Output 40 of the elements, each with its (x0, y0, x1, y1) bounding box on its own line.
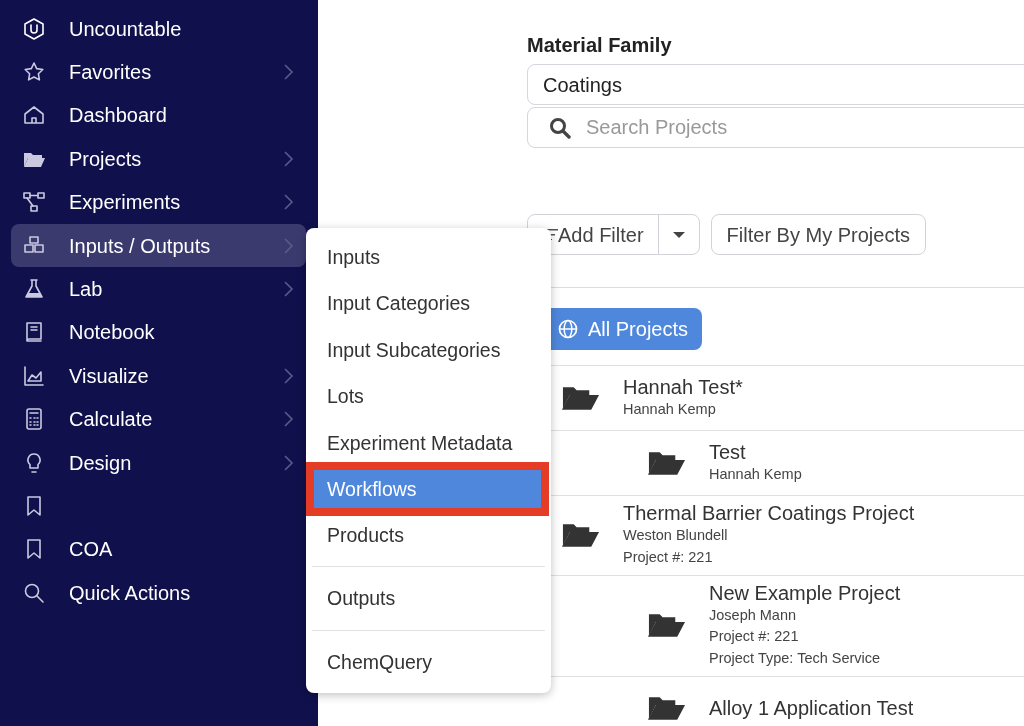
project-detail: Joseph Mann (709, 605, 798, 625)
project-title[interactable]: Thermal Barrier Coatings Project (623, 501, 915, 525)
sidebar-item[interactable]: Visualize (11, 354, 306, 398)
project-title[interactable]: Test (709, 439, 802, 464)
sidebar-item[interactable]: Favorites (11, 50, 306, 94)
select-field[interactable]: Coatings (527, 64, 1024, 105)
sidebar-item[interactable]: Dashboard (11, 93, 306, 138)
sidebar-item[interactable]: Uncountable (11, 7, 306, 51)
menu-item[interactable]: Products (312, 511, 545, 559)
sidebar-item[interactable]: Notebook (11, 310, 306, 355)
sidebar-item[interactable]: Lab (11, 267, 306, 311)
sidebar-item[interactable]: COA (11, 527, 306, 572)
project-title[interactable]: Alloy 1 Application Test (709, 696, 914, 721)
project-detail: Project Type: Tech Service (709, 649, 882, 668)
search-field[interactable]: Search Projects (527, 107, 1024, 148)
menu-item[interactable]: Lots (312, 373, 545, 420)
project-detail: Weston Blundell (623, 526, 729, 545)
menu-item[interactable]: ChemQuery (312, 638, 545, 686)
menu-item[interactable]: Experiment Metadata (312, 419, 545, 466)
project-title[interactable]: Hannah Test* (623, 374, 743, 399)
search-icon (549, 117, 571, 139)
project-detail: Project #: 221 (709, 627, 800, 647)
sidebar-item[interactable]: Quick Actions (11, 571, 306, 615)
project-detail: Project #: 221 (623, 547, 714, 567)
globe-icon (558, 319, 578, 339)
chart-icon (22, 363, 46, 388)
sidebar-item[interactable]: Calculate (11, 397, 306, 441)
nodes-icon (22, 190, 46, 215)
project-title[interactable]: New Example Project (709, 580, 901, 605)
field-label: Material Family (527, 33, 673, 58)
menu-item[interactable]: Outputs (312, 575, 545, 622)
project-detail: Hannah Kemp (623, 399, 717, 419)
sidebar-item[interactable]: Experiments (11, 180, 306, 224)
filter-my-projects-button[interactable]: Filter By My Projects (710, 214, 926, 255)
sidebar-item[interactable]: Projects (11, 137, 306, 181)
project-detail: Hannah Kemp (709, 464, 802, 484)
hexagon-logo-icon (22, 16, 46, 41)
sidebar-item[interactable]: Design (11, 440, 306, 485)
sidebar-item[interactable]: Inputs / Outputs (11, 223, 306, 268)
caret-down-icon (672, 231, 685, 238)
